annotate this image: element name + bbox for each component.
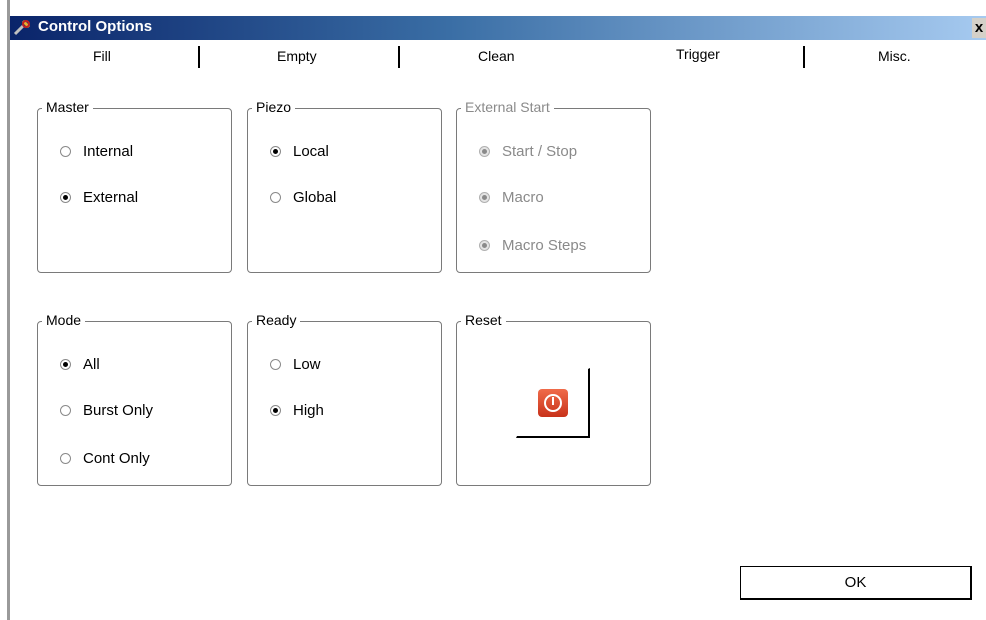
tab-empty[interactable]: Empty — [277, 48, 317, 64]
mode-group: Mode All Burst Only Cont Only — [37, 312, 232, 486]
ready-high-option[interactable]: High — [270, 402, 324, 419]
piezo-group: Piezo Local Global — [247, 99, 442, 273]
radio-label: Macro Steps — [502, 237, 587, 254]
tab-misc[interactable]: Misc. — [878, 48, 911, 64]
window-title: Control Options — [38, 18, 153, 35]
radio-label: Low — [293, 356, 321, 373]
mode-legend: Mode — [42, 312, 86, 328]
radio-button[interactable] — [60, 405, 71, 416]
radio-label: Internal — [83, 143, 134, 160]
external-start-group: External Start Start / Stop Macro Macro … — [456, 99, 651, 273]
radio-button[interactable] — [60, 359, 71, 370]
radio-label: Start / Stop — [502, 143, 578, 160]
radio-button — [479, 192, 490, 203]
master-internal-option[interactable]: Internal — [60, 143, 133, 160]
window-left-border — [7, 0, 10, 620]
title-bar[interactable]: Control Options x — [10, 16, 986, 40]
reset-group: Reset — [456, 312, 651, 486]
external-start-stop-option: Start / Stop — [479, 143, 577, 160]
master-legend: Master — [42, 99, 93, 115]
close-button[interactable]: x — [972, 18, 986, 38]
mode-all-option[interactable]: All — [60, 356, 100, 373]
radio-button[interactable] — [270, 405, 281, 416]
piezo-global-option[interactable]: Global — [270, 189, 336, 206]
power-symbol-icon — [544, 394, 562, 412]
radio-label: Local — [293, 143, 329, 160]
external-start-macro-option: Macro — [479, 189, 544, 206]
radio-button[interactable] — [60, 453, 71, 464]
mode-cont-only-option[interactable]: Cont Only — [60, 450, 150, 467]
piezo-local-option[interactable]: Local — [270, 143, 329, 160]
mode-burst-only-option[interactable]: Burst Only — [60, 402, 153, 419]
master-external-option[interactable]: External — [60, 189, 138, 206]
radio-button[interactable] — [270, 192, 281, 203]
reset-button[interactable] — [516, 368, 590, 438]
tab-trigger[interactable]: Trigger — [676, 46, 720, 62]
tools-icon — [13, 19, 31, 36]
radio-label: External — [83, 189, 139, 206]
tab-fill[interactable]: Fill — [93, 48, 111, 64]
radio-button — [479, 146, 490, 157]
ready-low-option[interactable]: Low — [270, 356, 321, 373]
tab-separator — [398, 46, 400, 68]
radio-button[interactable] — [270, 146, 281, 157]
power-icon — [538, 389, 568, 417]
external-start-legend: External Start — [461, 99, 554, 115]
master-group: Master Internal External — [37, 99, 232, 273]
radio-label: Global — [293, 189, 337, 206]
radio-button[interactable] — [270, 359, 281, 370]
radio-button — [479, 240, 490, 251]
tab-clean[interactable]: Clean — [478, 48, 515, 64]
radio-label: Burst Only — [83, 402, 154, 419]
radio-label: High — [293, 402, 324, 419]
ready-group: Ready Low High — [247, 312, 442, 486]
radio-button[interactable] — [60, 192, 71, 203]
ready-legend: Ready — [252, 312, 301, 328]
reset-legend: Reset — [461, 312, 506, 328]
radio-label: All — [83, 356, 100, 373]
external-start-macro-steps-option: Macro Steps — [479, 237, 586, 254]
radio-label: Macro — [502, 189, 544, 206]
radio-button[interactable] — [60, 146, 71, 157]
piezo-legend: Piezo — [252, 99, 296, 115]
ok-button[interactable]: OK — [740, 566, 972, 600]
radio-label: Cont Only — [83, 450, 150, 467]
tab-separator — [803, 46, 805, 68]
tab-bar: Fill Empty Clean Trigger Misc. — [10, 40, 986, 74]
tab-separator — [198, 46, 200, 68]
